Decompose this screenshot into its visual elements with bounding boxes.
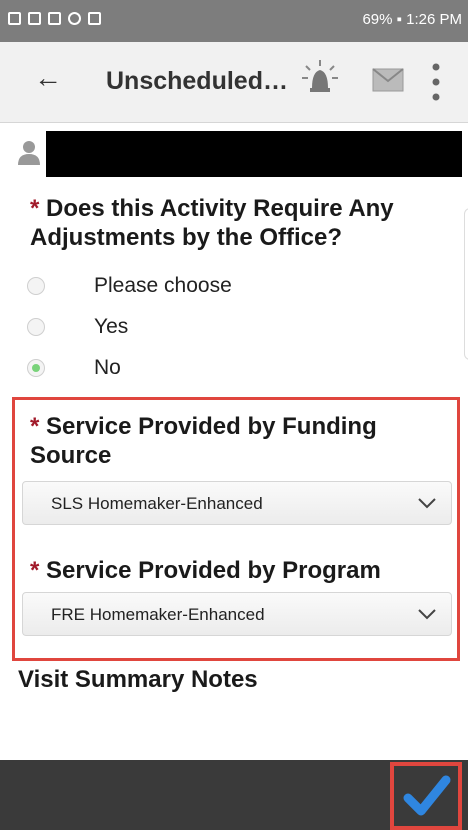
submit-button[interactable]: [390, 762, 462, 830]
chevron-down-icon: [418, 498, 436, 509]
image-icon: [88, 12, 101, 25]
select-value: SLS Homemaker-Enhanced: [51, 494, 263, 513]
radio-no[interactable]: No: [22, 352, 121, 384]
program-label: * Service Provided by Program: [30, 556, 450, 585]
question-text: Does this Activity Require Any Adjustmen…: [30, 195, 394, 251]
visit-summary-notes-label: Visit Summary Notes: [18, 666, 258, 693]
label-text: Service Provided by Program: [46, 557, 381, 584]
funding-source-label: * Service Provided by Funding Source: [30, 412, 450, 470]
required-marker: *: [30, 557, 40, 584]
required-marker: *: [30, 195, 40, 222]
redacted-user-name: [46, 131, 462, 177]
mail-icon[interactable]: [372, 68, 404, 92]
radio-label: No: [94, 356, 121, 379]
chevron-down-icon: [418, 609, 436, 620]
select-value: FRE Homemaker-Enhanced: [51, 605, 265, 624]
alarm-icon[interactable]: [300, 58, 340, 100]
back-button[interactable]: ←: [34, 62, 62, 94]
funding-source-select[interactable]: SLS Homemaker-Enhanced: [22, 481, 452, 525]
person-icon: [18, 141, 40, 165]
radio-label: Yes: [94, 315, 129, 338]
page-title: Unscheduled…: [106, 67, 288, 95]
app-bar: ← Unscheduled…: [0, 42, 468, 123]
radio-button[interactable]: [27, 318, 45, 336]
notification-icon: [48, 12, 61, 25]
notification-icon: [28, 12, 41, 25]
status-bar: 69% ▪ 1:26 PM: [0, 0, 468, 42]
side-panel-edge: [464, 208, 468, 360]
adjustments-question: * Does this Activity Require Any Adjustm…: [30, 194, 450, 252]
status-indicators: 69% ▪ 1:26 PM: [362, 11, 462, 28]
radio-button[interactable]: [27, 277, 45, 295]
radio-yes[interactable]: Yes: [22, 311, 128, 343]
sync-icon: [68, 12, 81, 25]
radio-label: Please choose: [94, 274, 232, 297]
radio-button-selected[interactable]: [27, 359, 45, 377]
radio-please-choose[interactable]: Please choose: [22, 270, 232, 302]
more-vert-icon[interactable]: [426, 60, 446, 104]
user-row: [0, 123, 468, 183]
checkmark-icon: [403, 775, 451, 816]
required-marker: *: [30, 413, 40, 440]
label-text: Service Provided by Funding Source: [30, 413, 377, 469]
program-select[interactable]: FRE Homemaker-Enhanced: [22, 592, 452, 636]
notification-icon: [8, 12, 21, 25]
